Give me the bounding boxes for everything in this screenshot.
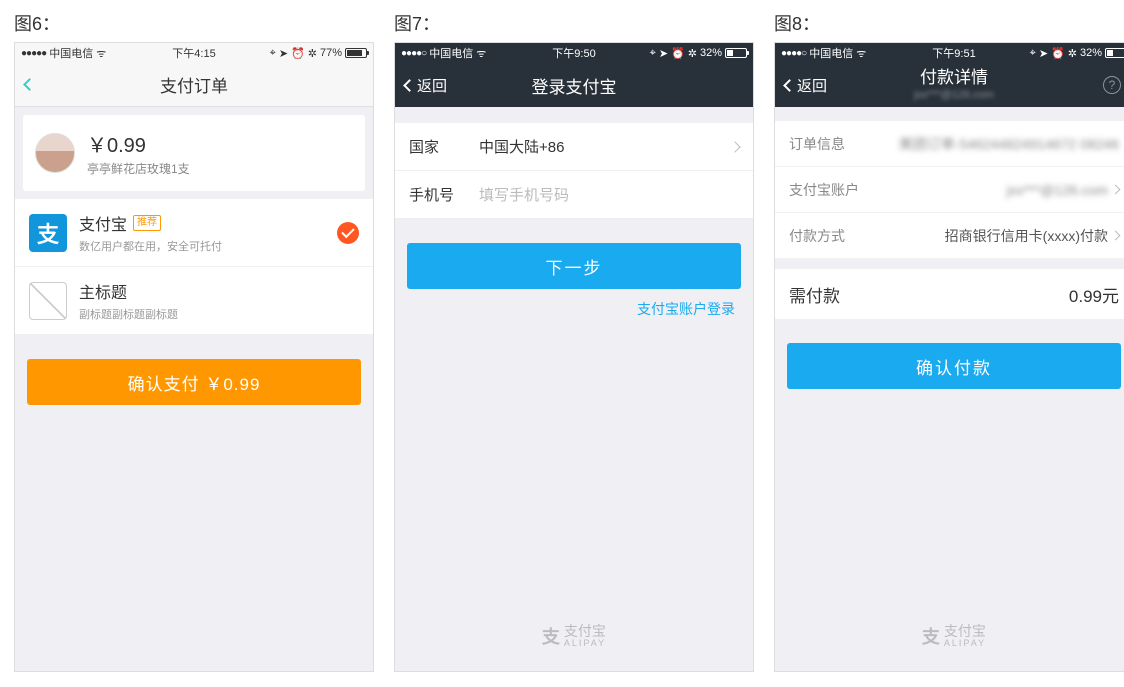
recommend-badge: 推荐 — [133, 215, 161, 231]
confirm-pay-button[interactable]: 确认付款 — [787, 343, 1121, 389]
country-label: 国家 — [409, 136, 479, 157]
chevron-right-icon — [1111, 231, 1121, 241]
shop-icon — [35, 133, 75, 173]
page-title: 付款详情 — [920, 68, 988, 88]
nav-bar: 支付订单 — [15, 63, 373, 107]
order-price: ￥0.99 — [87, 129, 190, 158]
nav-bar: 返回 登录支付宝 — [395, 63, 753, 107]
payment-method-alipay[interactable]: 支 支付宝推荐 数亿用户都在用，安全可托付 — [15, 199, 373, 267]
account-login-link[interactable]: 支付宝账户登录 — [395, 299, 753, 319]
phone-screen-6: ●●●●●中国电信ᯤ 下午4:15 ⌖➤⏰✲77% 支付订单 ￥0.99 亭亭鲜… — [14, 42, 374, 672]
total-row: 需付款 0.99元 — [775, 269, 1124, 319]
method-subtitle: 数亿用户都在用，安全可托付 — [79, 238, 222, 254]
back-button[interactable] — [25, 80, 34, 89]
order-info-value: 美团订单-546244824914672 08246 — [899, 134, 1119, 154]
method-value: 招商银行信用卡(xxxx)付款 — [945, 226, 1108, 246]
chevron-left-icon — [403, 79, 416, 92]
chevron-left-icon — [23, 78, 36, 91]
figure-label-7: 图7： — [394, 10, 754, 36]
method-title: 主标题 — [79, 279, 127, 303]
order-summary: ￥0.99 亭亭鲜花店玫瑰1支 — [23, 115, 365, 191]
chevron-left-icon — [783, 79, 796, 92]
phone-screen-8: ●●●●○中国电信ᯤ 下午9:51 ⌖➤⏰✲32% 返回 付款详情 jxx***… — [774, 42, 1124, 672]
figure-label-8: 图8： — [774, 10, 1124, 36]
phone-label: 手机号 — [409, 184, 479, 205]
phone-row[interactable]: 手机号 填写手机号码 — [395, 171, 753, 219]
nav-bar: 返回 付款详情 jxx***@126.com ? — [775, 63, 1124, 107]
alipay-brand: 支 支付宝ALIPAY — [542, 623, 606, 649]
status-bar: ●●●●○中国电信ᯤ 下午9:51 ⌖➤⏰✲32% — [775, 43, 1124, 63]
next-button[interactable]: 下一步 — [407, 243, 741, 289]
back-button[interactable]: 返回 — [785, 75, 827, 96]
method-subtitle: 副标题副标题副标题 — [79, 306, 178, 322]
order-desc: 亭亭鲜花店玫瑰1支 — [87, 160, 190, 177]
chevron-right-icon — [729, 141, 740, 152]
country-value: 中国大陆+86 — [479, 136, 564, 157]
help-icon[interactable]: ? — [1103, 76, 1121, 94]
alipay-brand: 支 支付宝ALIPAY — [922, 623, 986, 649]
payment-method-other[interactable]: 主标题 副标题副标题副标题 — [15, 267, 373, 335]
chevron-right-icon — [1111, 185, 1121, 195]
selected-check-icon — [337, 222, 359, 244]
page-title: 登录支付宝 — [532, 73, 617, 98]
account-row[interactable]: 支付宝账户 jxx***@126.com — [775, 167, 1124, 213]
placeholder-icon — [29, 282, 67, 320]
page-subtitle: jxx***@126.com — [914, 89, 994, 102]
back-button[interactable]: 返回 — [405, 75, 447, 96]
order-info-row: 订单信息 美团订单-546244824914672 08246 — [775, 121, 1124, 167]
page-title: 支付订单 — [160, 72, 228, 97]
status-bar: ●●●●●中国电信ᯤ 下午4:15 ⌖➤⏰✲77% — [15, 43, 373, 63]
method-row[interactable]: 付款方式 招商银行信用卡(xxxx)付款 — [775, 213, 1124, 259]
alipay-icon: 支 — [29, 214, 67, 252]
country-row[interactable]: 国家 中国大陆+86 — [395, 123, 753, 171]
phone-screen-7: ●●●●○中国电信ᯤ 下午9:50 ⌖➤⏰✲32% 返回 登录支付宝 国家 中国… — [394, 42, 754, 672]
total-amount: 0.99元 — [1069, 282, 1119, 307]
figure-label-6: 图6： — [14, 10, 374, 36]
status-bar: ●●●●○中国电信ᯤ 下午9:50 ⌖➤⏰✲32% — [395, 43, 753, 63]
confirm-pay-button[interactable]: 确认支付 ￥0.99 — [27, 359, 361, 405]
phone-placeholder: 填写手机号码 — [479, 184, 569, 205]
method-title: 支付宝 — [79, 211, 127, 235]
